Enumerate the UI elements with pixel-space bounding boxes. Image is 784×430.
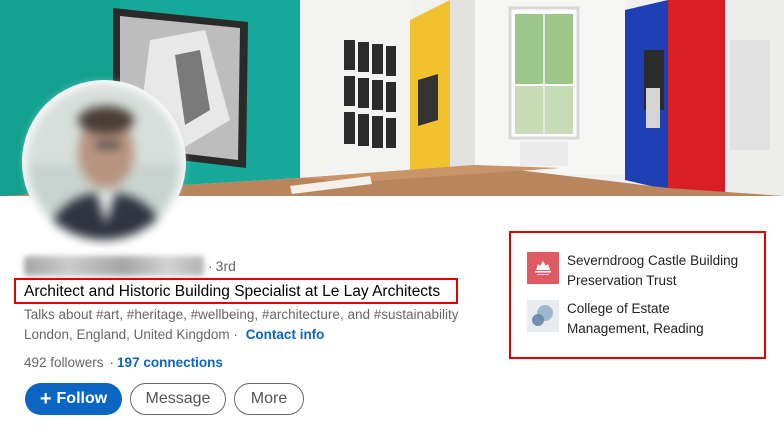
degree-label: 3rd <box>215 258 236 274</box>
college-of-estate-management-logo <box>527 300 559 332</box>
education-name-2: College of Estate Management, Reading <box>567 301 704 336</box>
more-button[interactable]: More <box>234 383 304 415</box>
follow-label: Follow <box>56 390 108 407</box>
severndroog-castle-logo <box>527 252 559 284</box>
followers-count: 492 followers <box>24 355 104 370</box>
contact-info-link[interactable]: Contact info <box>246 327 325 342</box>
profile-headline: Architect and Historic Building Speciali… <box>24 283 441 300</box>
more-label: More <box>250 390 288 407</box>
follow-button[interactable]: + Follow <box>25 383 122 415</box>
profile-card: · 3rd Architect and Historic Building Spe… <box>0 0 784 430</box>
connection-degree: · 3rd <box>208 258 236 274</box>
message-label: Message <box>145 390 211 407</box>
avatar-photo <box>26 84 182 240</box>
education-name-1: Severndroog Castle Building Preservation… <box>567 253 739 288</box>
message-button[interactable]: Message <box>130 383 226 415</box>
connections-link[interactable]: 197 connections <box>117 355 223 370</box>
network-stats: 492 followers · 197 connections <box>24 355 223 370</box>
profile-avatar[interactable] <box>22 80 186 244</box>
education-item-severndroog[interactable]: Severndroog Castle Building Preservation… <box>527 251 757 291</box>
name-row: · 3rd <box>24 255 236 277</box>
education-item-cem-reading[interactable]: College of Estate Management, Reading <box>527 299 727 339</box>
profile-location: London, England, United Kingdom <box>24 327 230 342</box>
location-row: London, England, United Kingdom · Contac… <box>24 327 325 342</box>
plus-icon: + <box>39 388 52 410</box>
profile-name-redacted <box>24 256 204 276</box>
talks-about: Talks about #art, #heritage, #wellbeing,… <box>24 307 459 322</box>
